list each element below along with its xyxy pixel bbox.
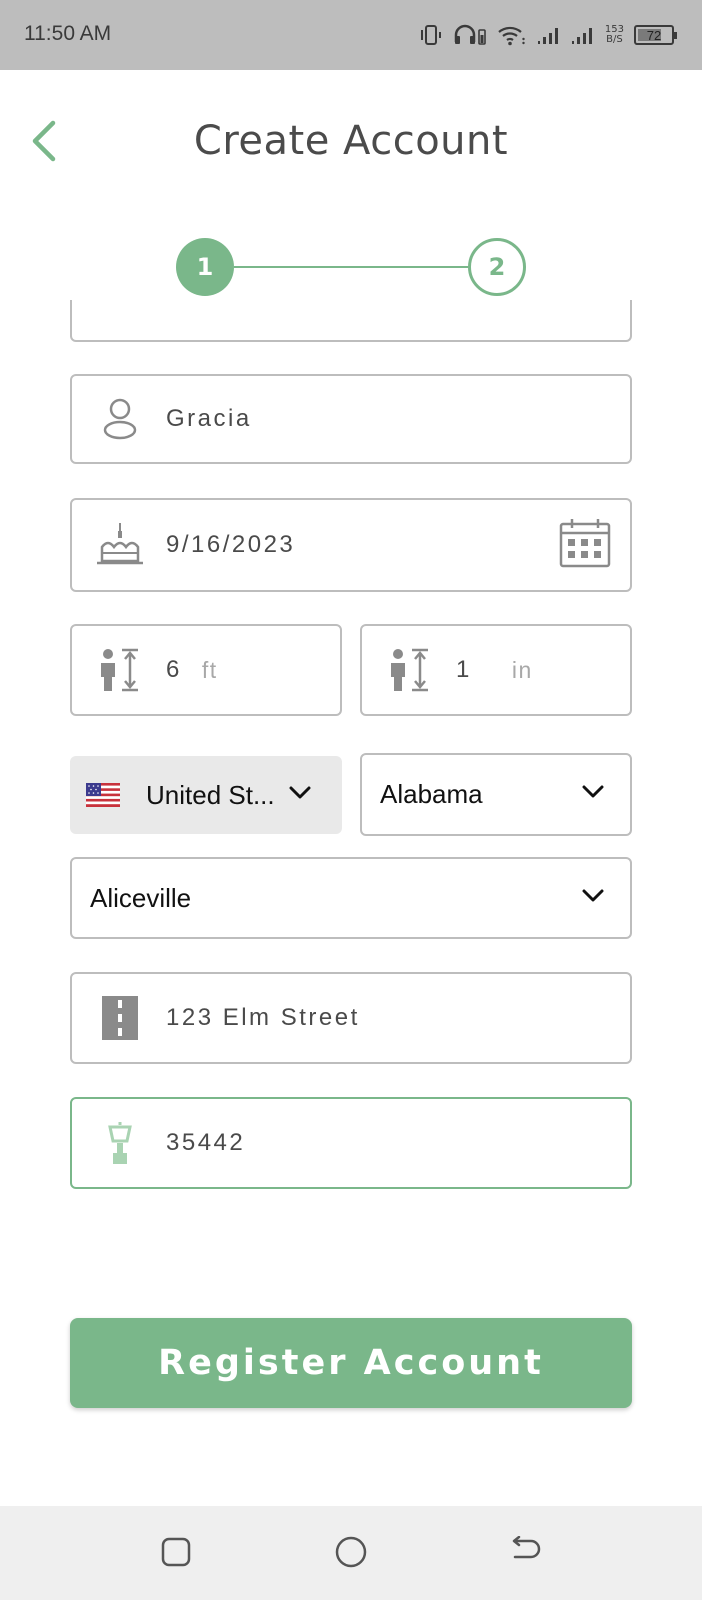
chevron-down-icon: [582, 889, 604, 908]
city-value: Aliceville: [90, 882, 192, 913]
person-icon: [90, 397, 150, 441]
calendar-icon[interactable]: [558, 518, 612, 573]
back-nav-button[interactable]: [505, 1534, 545, 1574]
home-button[interactable]: [331, 1534, 371, 1574]
status-icons: 153 B/S 72: [419, 18, 677, 52]
vibrate-icon: [419, 24, 443, 46]
name-field[interactable]: Gracia: [70, 374, 632, 464]
page-title: Create Account: [193, 118, 509, 164]
street-field[interactable]: 123 Elm Street: [70, 972, 632, 1064]
us-flag-icon: [86, 783, 120, 807]
zip-code-field[interactable]: 35442: [70, 1097, 632, 1189]
step-1[interactable]: 1: [176, 238, 234, 296]
stepper-line: [234, 266, 468, 268]
state-dropdown[interactable]: Alabama: [360, 753, 632, 836]
state-value: Alabama: [380, 779, 483, 809]
battery-icon: 72: [634, 25, 677, 45]
chevron-down-icon: [289, 786, 311, 805]
signal-icon-1: [537, 24, 561, 46]
height-icon: [90, 647, 150, 693]
height-icon: [380, 647, 440, 693]
circle-icon: [334, 1535, 368, 1574]
status-bar: 11:50 AM 153 B/S 72: [0, 0, 702, 70]
chevron-down-icon: [582, 785, 604, 804]
birthdate-field[interactable]: 9/16/2023: [70, 498, 632, 592]
stepper: 1 2: [176, 238, 526, 296]
signal-icon-2: [571, 24, 595, 46]
headphones-icon: [453, 24, 487, 46]
birthday-cake-icon: [90, 521, 150, 569]
street-value: 123 Elm Street: [166, 1004, 360, 1031]
height-feet-value: 6: [166, 656, 182, 683]
step-2[interactable]: 2: [468, 238, 526, 296]
country-dropdown[interactable]: United St...: [70, 756, 342, 834]
country-value: United St...: [146, 779, 275, 810]
back-arrow-icon: [509, 1535, 541, 1573]
zip-code-value: 35442: [166, 1129, 246, 1156]
city-dropdown[interactable]: Aliceville: [70, 857, 632, 939]
status-time: 11:50 AM: [24, 22, 112, 45]
height-inches-unit: in: [511, 656, 533, 683]
network-speed-unit: B/S: [606, 34, 623, 45]
birthdate-value: 9/16/2023: [166, 531, 296, 558]
battery-level: 72: [646, 27, 662, 43]
previous-field-partial[interactable]: [70, 300, 632, 342]
height-feet-unit: ft: [201, 656, 218, 683]
lamp-post-icon: [90, 1121, 150, 1165]
height-feet-field[interactable]: 6 ft: [70, 624, 342, 716]
road-icon: [90, 996, 150, 1040]
name-value: Gracia: [166, 405, 252, 432]
square-icon: [160, 1536, 192, 1573]
system-nav-bar: [0, 1506, 702, 1600]
recent-apps-button[interactable]: [156, 1534, 196, 1574]
wifi-icon: [497, 24, 527, 46]
height-inches-value: 1: [456, 656, 472, 683]
register-account-button[interactable]: Register Account: [70, 1318, 632, 1408]
height-inches-field[interactable]: 1 in: [360, 624, 632, 716]
network-speed: 153 B/S: [605, 25, 624, 45]
